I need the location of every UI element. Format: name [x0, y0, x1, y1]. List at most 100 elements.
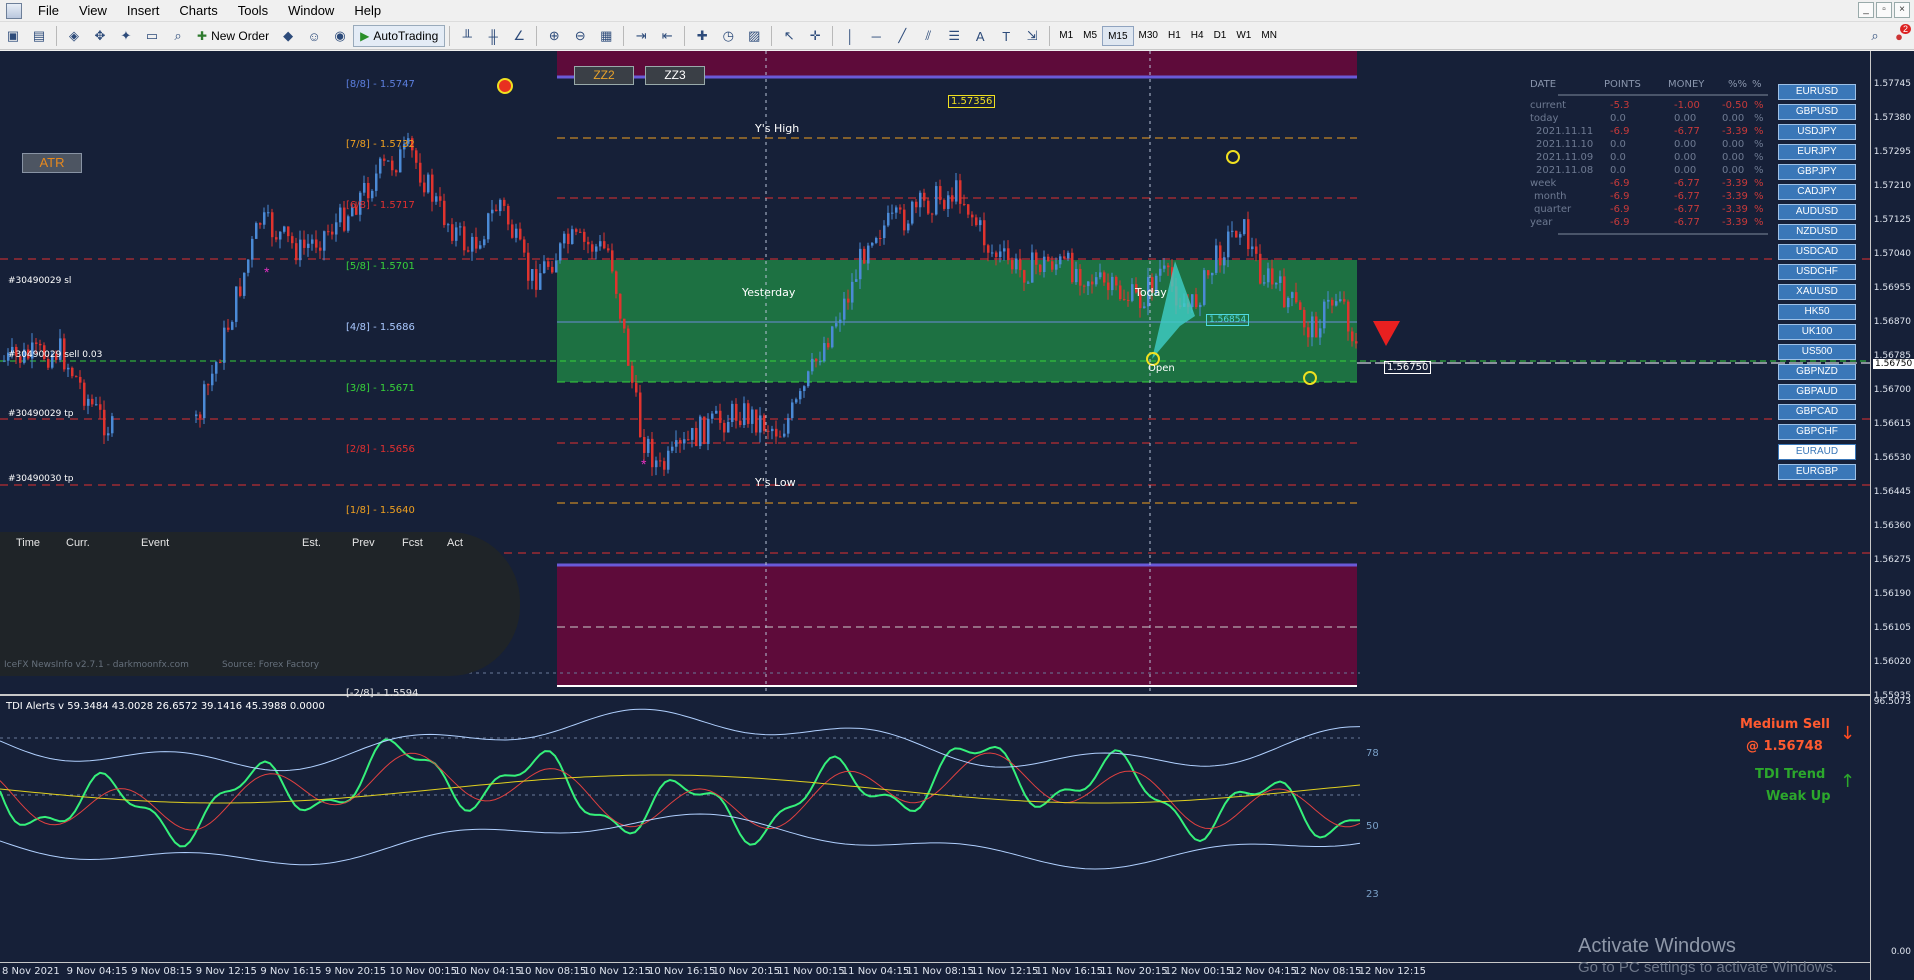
channel-icon[interactable]: ⫽	[917, 25, 939, 47]
candle-body	[75, 376, 78, 378]
timeframe-h1-button[interactable]: H1	[1163, 26, 1186, 46]
price-axis[interactable]: 1.56750 96.5073 0.00 1.57745 1.57380 1.572…	[1870, 51, 1914, 980]
line-chart-icon[interactable]: ∠	[508, 25, 530, 47]
bar-chart-icon[interactable]: ╨	[456, 25, 478, 47]
menu-help[interactable]: Help	[344, 0, 391, 22]
menu-charts[interactable]: Charts	[169, 0, 227, 22]
pnl-divider	[1558, 233, 1768, 239]
candle-body	[255, 223, 258, 239]
horizontal-line-icon[interactable]: ─	[865, 25, 887, 47]
candle-body	[1311, 316, 1314, 338]
pair-button-nzdusd[interactable]: NZDUSD	[1778, 224, 1856, 240]
cursor-icon[interactable]: ↖	[778, 25, 800, 47]
candle-body	[543, 261, 546, 274]
navigator-icon[interactable]: ✦	[115, 25, 137, 47]
pair-button-usdcad[interactable]: USDCAD	[1778, 244, 1856, 260]
candle-body	[91, 398, 94, 405]
candle-body	[927, 200, 930, 214]
candle-body	[1035, 252, 1038, 265]
candle-body	[1243, 219, 1246, 235]
arrows-icon[interactable]: ⇲	[1021, 25, 1043, 47]
zoom-out-icon[interactable]: ⊖	[569, 25, 591, 47]
timeframe-d1-button[interactable]: D1	[1209, 26, 1232, 46]
timeframe-m30-button[interactable]: M30	[1134, 26, 1163, 46]
signals-icon[interactable]: ◉	[329, 25, 351, 47]
pair-button-us500[interactable]: US500	[1778, 344, 1856, 360]
menu-window[interactable]: Window	[278, 0, 344, 22]
candle-body	[663, 461, 666, 470]
candle-body	[1271, 268, 1274, 285]
profiles-icon[interactable]: ▤	[28, 25, 50, 47]
menu-tools[interactable]: Tools	[228, 0, 278, 22]
pair-button-eurusd[interactable]: EURUSD	[1778, 84, 1856, 100]
trendline-icon[interactable]: ╱	[891, 25, 913, 47]
timeframe-m15-button[interactable]: M15	[1102, 26, 1134, 46]
templates-icon[interactable]: ▨	[743, 25, 765, 47]
pair-button-eurjpy[interactable]: EURJPY	[1778, 144, 1856, 160]
pair-button-gbpjpy[interactable]: GBPJPY	[1778, 164, 1856, 180]
metaeditor-icon[interactable]: ◆	[277, 25, 299, 47]
menu-view[interactable]: View	[69, 0, 117, 22]
fibonacci-icon[interactable]: ☰	[943, 25, 965, 47]
candle-body	[883, 225, 886, 239]
chart-window[interactable]: * * ZZ2 ZZ3 ATR [8/8] - 1.5747 [7/8] - 1.5…	[0, 51, 1914, 980]
candle-body	[419, 162, 422, 183]
new-chart-icon[interactable]: ▣	[2, 25, 24, 47]
zz2-button[interactable]: ZZ2	[574, 66, 634, 85]
candle-body	[1111, 276, 1114, 291]
pnl-cell-money: -6.77	[1674, 126, 1700, 137]
text-label-icon[interactable]: T	[995, 25, 1017, 47]
menu-file[interactable]: File	[28, 0, 69, 22]
pair-button-gbpaud[interactable]: GBPAUD	[1778, 384, 1856, 400]
candlestick-icon[interactable]: ╫	[482, 25, 504, 47]
candle-body	[1355, 341, 1358, 344]
autotrading-button[interactable]: ▶ AutoTrading	[353, 25, 446, 47]
search-icon[interactable]: ⌕	[1864, 25, 1886, 47]
timeframe-h4-button[interactable]: H4	[1186, 26, 1209, 46]
candle-body	[579, 231, 582, 233]
pair-button-usdjpy[interactable]: USDJPY	[1778, 124, 1856, 140]
pnl-cell-date: 2021.11.08	[1536, 165, 1594, 176]
indicators-icon[interactable]: ✚	[691, 25, 713, 47]
candle-body	[1335, 301, 1338, 306]
market-watch-icon[interactable]: ◈	[63, 25, 85, 47]
data-window-icon[interactable]: ✥	[89, 25, 111, 47]
pair-button-uk100[interactable]: UK100	[1778, 324, 1856, 340]
pair-button-audusd[interactable]: AUDUSD	[1778, 204, 1856, 220]
zz3-button[interactable]: ZZ3	[645, 66, 705, 85]
timeframe-m5-button[interactable]: M5	[1078, 26, 1102, 46]
close-icon[interactable]: ×	[1894, 2, 1910, 18]
pair-button-gbpchf[interactable]: GBPCHF	[1778, 424, 1856, 440]
tile-windows-icon[interactable]: ▦	[595, 25, 617, 47]
minimize-icon[interactable]: _	[1858, 2, 1874, 18]
chart-shift-icon[interactable]: ⇤	[656, 25, 678, 47]
pair-button-cadjpy[interactable]: CADJPY	[1778, 184, 1856, 200]
pnl-header-cell: DATE	[1530, 79, 1557, 90]
zoom-in-icon[interactable]: ⊕	[543, 25, 565, 47]
timeframe-mn-button[interactable]: MN	[1256, 26, 1282, 46]
pair-button-gbpusd[interactable]: GBPUSD	[1778, 104, 1856, 120]
pair-button-usdchf[interactable]: USDCHF	[1778, 264, 1856, 280]
pair-button-xauusd[interactable]: XAUUSD	[1778, 284, 1856, 300]
indicator-title: TDI Alerts v 59.3484 43.0028 26.6572 39.…	[6, 701, 325, 712]
terminal-icon[interactable]: ▭	[141, 25, 163, 47]
open-label: Open	[1148, 363, 1175, 374]
restore-icon[interactable]: ▫	[1876, 2, 1892, 18]
timeframe-w1-button[interactable]: W1	[1231, 26, 1256, 46]
pair-button-gbpnzd[interactable]: GBPNZD	[1778, 364, 1856, 380]
menu-insert[interactable]: Insert	[117, 0, 170, 22]
text-icon[interactable]: A	[969, 25, 991, 47]
pair-button-eurgbp[interactable]: EURGBP	[1778, 464, 1856, 480]
crosshair-icon[interactable]: ✛	[804, 25, 826, 47]
new-order-button[interactable]: ✚ New Order	[191, 25, 275, 47]
strategy-tester-icon[interactable]: ⌕	[167, 25, 189, 47]
atr-button[interactable]: ATR	[22, 153, 82, 173]
auto-scroll-icon[interactable]: ⇥	[630, 25, 652, 47]
pair-button-euraud[interactable]: EURAUD	[1778, 444, 1856, 460]
vertical-line-icon[interactable]: │	[839, 25, 861, 47]
timeframe-m1-button[interactable]: M1	[1054, 26, 1078, 46]
periods-icon[interactable]: ◷	[717, 25, 739, 47]
community-icon[interactable]: ☺	[303, 25, 325, 47]
pair-button-gbpcad[interactable]: GBPCAD	[1778, 404, 1856, 420]
pair-button-hk50[interactable]: HK50	[1778, 304, 1856, 320]
